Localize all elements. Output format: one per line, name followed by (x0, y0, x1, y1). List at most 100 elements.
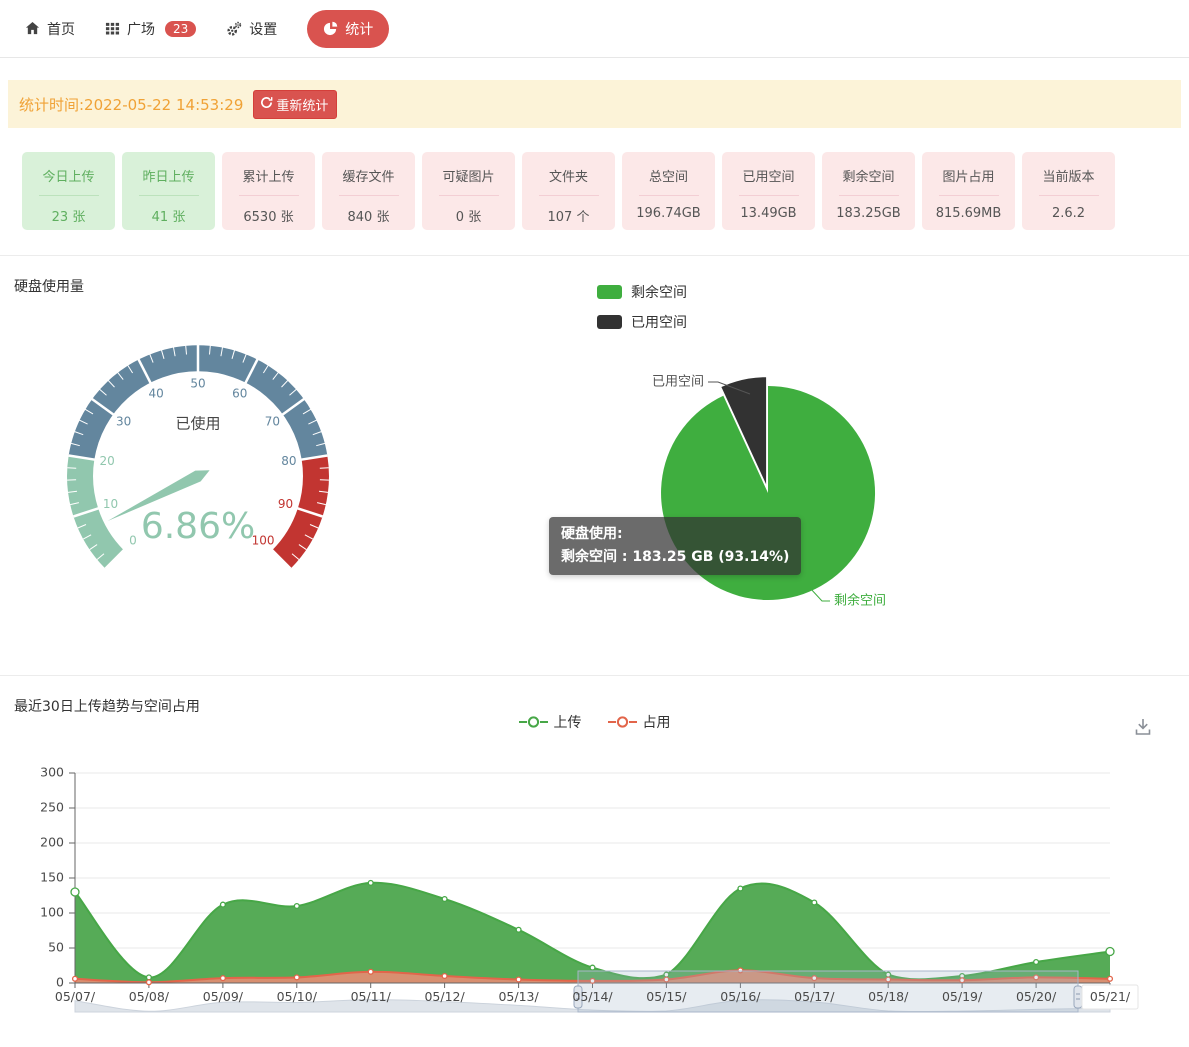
svg-text:05/16/: 05/16/ (720, 989, 761, 1004)
pie-tooltip-value: 剩余空间 : 183.25 GB (93.14%) (561, 546, 789, 569)
stat-card-label: 剩余空间 (822, 166, 915, 185)
svg-text:20: 20 (99, 454, 114, 468)
stat-card-value: 196.74GB (622, 206, 715, 221)
svg-text:05/07/: 05/07/ (55, 989, 96, 1004)
home-icon (25, 21, 40, 36)
svg-text:50: 50 (190, 377, 205, 391)
disk-charts-canvas: 0102030405060708090100已使用6.86%已用空间剩余空间 (0, 256, 1189, 676)
svg-text:已使用: 已使用 (175, 415, 220, 433)
stat-card-label: 已用空间 (722, 166, 815, 185)
svg-text:90: 90 (278, 497, 293, 511)
disk-usage-title: 硬盘使用量 (14, 276, 84, 296)
svg-text:05/10/: 05/10/ (277, 989, 318, 1004)
plaza-count-badge: 23 (165, 21, 196, 37)
stat-card-divider (639, 195, 699, 196)
nav-item-plaza[interactable]: 广场 23 (105, 19, 196, 39)
trend-legend-item-upload[interactable]: 上传 (519, 712, 582, 732)
stat-card-value: 23 张 (22, 206, 115, 225)
stat-card-value: 6530 张 (222, 206, 315, 225)
svg-text:60: 60 (232, 387, 247, 401)
svg-text:80: 80 (281, 454, 296, 468)
svg-text:05/15/: 05/15/ (646, 989, 687, 1004)
trend-chart-canvas: 05010015020025030005/07/05/08/05/09/05/1… (0, 756, 1189, 1047)
svg-text:200: 200 (40, 835, 64, 850)
stat-card-label: 缓存文件 (322, 166, 415, 185)
stat-card-total-upload: 累计上传 6530 张 (222, 152, 315, 230)
svg-text:05/09/: 05/09/ (203, 989, 244, 1004)
svg-text:05/13/: 05/13/ (498, 989, 539, 1004)
svg-text:已用空间: 已用空间 (652, 375, 704, 390)
nav-item-settings[interactable]: 设置 (226, 19, 277, 39)
stat-cards-row: 今日上传23 张昨日上传41 张累计上传6530 张缓存文件840 张可疑图片0… (22, 152, 1189, 230)
stat-card-label: 昨日上传 (122, 166, 215, 185)
legend-label: 已用空间 (631, 312, 687, 332)
stat-card-version: 当前版本 2.6.2 (1022, 152, 1115, 230)
svg-text:05/08/: 05/08/ (129, 989, 170, 1004)
svg-text:05/21/: 05/21/ (1090, 989, 1131, 1004)
gear-icon (226, 21, 242, 37)
stats-time-label: 统计时间:2022-05-22 14:53:29 (19, 94, 243, 115)
refresh-icon (260, 96, 273, 113)
svg-text:70: 70 (265, 414, 280, 428)
nav-item-label: 首页 (47, 19, 75, 39)
trend-legend-item-usage[interactable]: 占用 (608, 712, 671, 732)
stats-banner: 统计时间:2022-05-22 14:53:29 重新统计 (8, 80, 1181, 128)
stat-card-value: 2.6.2 (1022, 206, 1115, 221)
nav-item-home[interactable]: 首页 (25, 19, 75, 39)
svg-text:05/11/: 05/11/ (351, 989, 392, 1004)
svg-text:05/18/: 05/18/ (868, 989, 909, 1004)
stat-card-divider (739, 195, 799, 196)
stat-card-divider (939, 195, 999, 196)
stat-card-suspicious-images: 可疑图片0 张 (422, 152, 515, 230)
stat-card-value: 107 个 (522, 206, 615, 225)
stat-card-label: 可疑图片 (422, 166, 515, 185)
refresh-stats-label: 重新统计 (276, 95, 328, 114)
legend-swatch (597, 285, 622, 299)
stat-card-yesterday-upload: 昨日上传41 张 (122, 152, 215, 230)
stat-card-used-space: 已用空间 13.49GB (722, 152, 815, 230)
stat-card-divider (139, 195, 199, 196)
stat-card-label: 文件夹 (522, 166, 615, 185)
svg-text:6.86%: 6.86% (141, 506, 255, 547)
legend-label: 上传 (554, 712, 582, 732)
svg-text:100: 100 (40, 905, 64, 920)
stat-card-divider (39, 195, 99, 196)
stat-card-label: 累计上传 (222, 166, 315, 185)
stat-card-free-space: 剩余空间183.25GB (822, 152, 915, 230)
stat-card-label: 今日上传 (22, 166, 115, 185)
svg-text:05/17/: 05/17/ (794, 989, 835, 1004)
svg-text:剩余空间: 剩余空间 (834, 593, 886, 609)
stat-card-divider (339, 195, 399, 196)
stat-card-label: 总空间 (622, 166, 715, 185)
svg-text:150: 150 (40, 870, 64, 885)
svg-text:05/20/: 05/20/ (1016, 989, 1057, 1004)
nav-item-stats[interactable]: 统计 (307, 10, 389, 48)
stat-card-divider (1039, 195, 1099, 196)
stat-card-divider (439, 195, 499, 196)
stat-card-folders: 文件夹 107 个 (522, 152, 615, 230)
svg-text:300: 300 (40, 765, 64, 780)
pie-legend-item-free-space[interactable]: 剩余空间 (597, 282, 687, 302)
trend-section: 最近30日上传趋势与空间占用 上传占用 05010015020025030005… (0, 675, 1189, 1047)
pie-legend: 剩余空间已用空间 (597, 282, 687, 332)
datazoom-right-handle[interactable] (1074, 986, 1082, 1008)
line-marker-icon (519, 716, 548, 728)
stat-card-divider (839, 195, 899, 196)
nav-item-label: 统计 (345, 19, 373, 39)
svg-text:50: 50 (48, 940, 64, 955)
stat-card-value: 13.49GB (722, 206, 815, 221)
stat-card-label: 图片占用 (922, 166, 1015, 185)
top-navbar: 首页 广场 23 设置 统计 (0, 0, 1189, 58)
svg-text:250: 250 (40, 800, 64, 815)
svg-text:05/14/: 05/14/ (572, 989, 613, 1004)
svg-text:05/19/: 05/19/ (942, 989, 983, 1004)
refresh-stats-button[interactable]: 重新统计 (253, 90, 337, 119)
nav-item-label: 广场 (127, 19, 155, 39)
stat-card-divider (539, 195, 599, 196)
stat-card-divider (239, 195, 299, 196)
svg-text:10: 10 (103, 497, 118, 511)
stat-card-image-usage: 图片占用815.69MB (922, 152, 1015, 230)
pie-legend-item-used-space[interactable]: 已用空间 (597, 312, 687, 332)
download-icon[interactable] (1132, 716, 1154, 742)
stat-card-label: 当前版本 (1022, 166, 1115, 185)
